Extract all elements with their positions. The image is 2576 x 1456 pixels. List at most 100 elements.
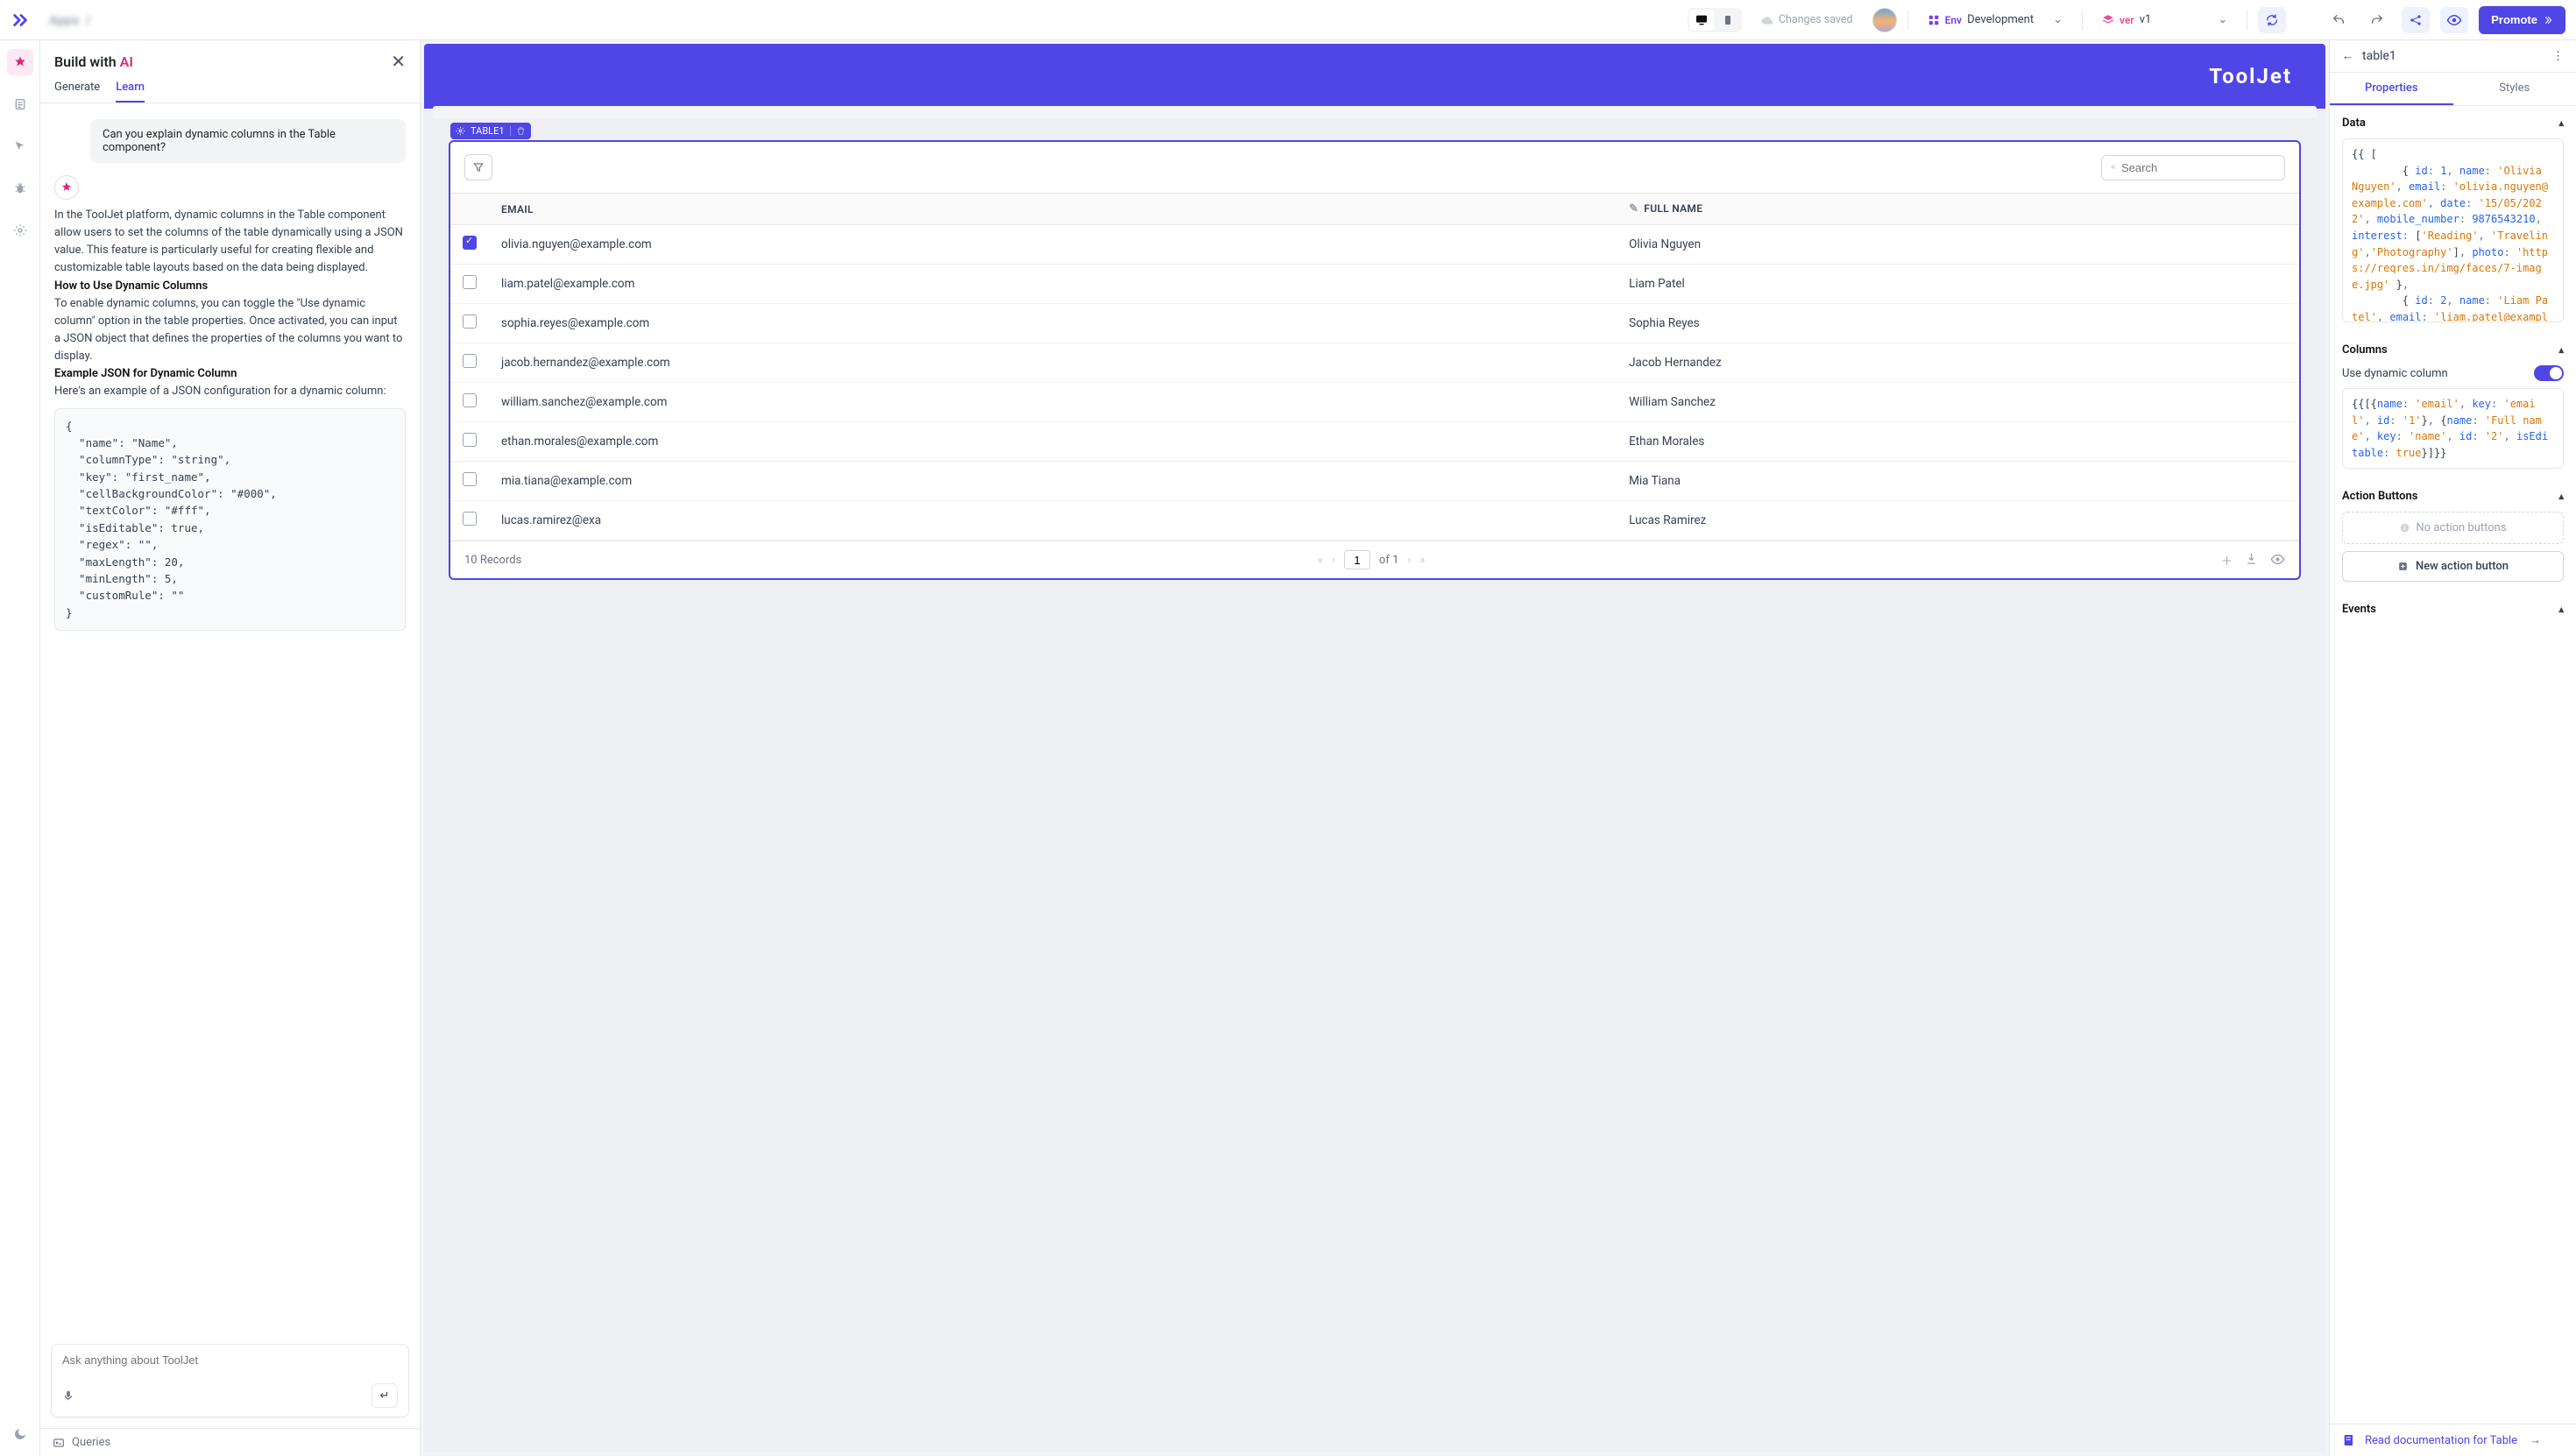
cell-name: William Sanchez — [1617, 383, 2299, 422]
queries-panel-toggle[interactable]: Queries — [40, 1428, 420, 1456]
ai-panel: Build with AI ✕ Generate Learn Can you e… — [40, 40, 421, 1456]
table-row[interactable]: william.sanchez@example.com William Sanc… — [450, 383, 2299, 422]
close-ai-button[interactable]: ✕ — [391, 51, 406, 72]
new-action-button[interactable]: New action button — [2342, 551, 2564, 582]
delete-widget-icon[interactable] — [510, 126, 526, 136]
rail-settings-button[interactable] — [7, 217, 33, 244]
breadcrumb: Apps / — [49, 12, 91, 28]
user-avatar[interactable] — [1872, 8, 1897, 32]
row-checkbox[interactable] — [463, 472, 477, 486]
docs-link[interactable]: Read documentation for Table → — [2330, 1424, 2576, 1456]
cell-name: Ethan Morales — [1617, 422, 2299, 462]
device-preview-toggle — [1688, 8, 1742, 32]
mobile-view-button[interactable] — [1716, 10, 1740, 31]
layers-icon — [2102, 14, 2114, 26]
ai-prompt-input[interactable] — [62, 1354, 398, 1367]
cell-name: Olivia Nguyen — [1617, 225, 2299, 265]
column-header-fullname[interactable]: ✎FULL NAME — [1617, 194, 2299, 225]
refresh-button[interactable] — [2258, 7, 2286, 33]
search-icon — [2111, 161, 2116, 173]
ai-user-message: Can you explain dynamic columns in the T… — [90, 119, 406, 163]
section-events-header[interactable]: Events▴ — [2342, 603, 2564, 616]
redo-button[interactable] — [2363, 7, 2391, 33]
tab-properties[interactable]: Properties — [2330, 73, 2453, 105]
mic-icon[interactable] — [62, 1389, 74, 1403]
book-icon — [2342, 1433, 2356, 1447]
promote-button[interactable]: Promote — [2479, 6, 2565, 34]
ai-panel-title: Build with AI — [54, 53, 133, 70]
app-logo[interactable] — [11, 10, 32, 31]
preview-button[interactable] — [2440, 7, 2468, 33]
table-search — [2101, 155, 2285, 180]
section-data-header[interactable]: Data▴ — [2342, 117, 2564, 130]
ai-tab-generate[interactable]: Generate — [54, 81, 100, 102]
grid-icon — [1928, 14, 1940, 26]
undo-button[interactable] — [2325, 7, 2353, 33]
table-widget[interactable]: TABLE1 — [449, 140, 2301, 580]
send-icon[interactable]: ↵ — [372, 1383, 398, 1408]
row-checkbox[interactable] — [463, 512, 477, 526]
table-row[interactable]: mia.tiana@example.com Mia Tiana — [450, 462, 2299, 501]
table-footer: 10 Records « ‹ of 1 › » ＋ — [450, 541, 2299, 578]
row-checkbox[interactable] — [463, 236, 477, 250]
chevron-down-icon: ⌄ — [2218, 13, 2227, 26]
cell-name: Sophia Reyes — [1617, 304, 2299, 343]
section-action-header[interactable]: Action Buttons▴ — [2342, 490, 2564, 503]
rail-inspect-button[interactable] — [7, 133, 33, 159]
download-icon[interactable] — [2245, 552, 2258, 569]
share-button[interactable] — [2402, 7, 2430, 33]
row-checkbox[interactable] — [463, 433, 477, 447]
pager-next-icon[interactable]: › — [1407, 554, 1411, 567]
table-filter-button[interactable] — [464, 154, 492, 180]
props-menu-button[interactable]: ⋮ — [2552, 50, 2564, 63]
desktop-view-button[interactable] — [1689, 10, 1714, 31]
dynamic-column-toggle[interactable] — [2534, 365, 2564, 381]
rail-theme-button[interactable] — [7, 1421, 33, 1447]
cell-email: jacob.hernandez@example.com — [489, 343, 1617, 383]
row-checkbox[interactable] — [463, 275, 477, 289]
app-header: ToolJet — [424, 44, 2325, 109]
add-row-icon[interactable]: ＋ — [2221, 552, 2233, 569]
rail-pages-button[interactable] — [7, 91, 33, 117]
save-status: Changes saved — [1752, 13, 1862, 26]
table-row[interactable]: lucas.ramirez@exa Lucas Ramirez — [450, 501, 2299, 541]
table-search-input[interactable] — [2121, 161, 2275, 174]
widget-selection-label: TABLE1 — [450, 123, 531, 139]
visibility-icon[interactable] — [2270, 552, 2285, 569]
record-count: 10 Records — [464, 554, 521, 567]
column-header-email[interactable]: EMAIL — [489, 194, 1617, 225]
rail-ai-button[interactable] — [7, 49, 33, 75]
table-row[interactable]: jacob.hernandez@example.com Jacob Hernan… — [450, 343, 2299, 383]
row-checkbox[interactable] — [463, 354, 477, 368]
ai-input-box: ↵ — [51, 1344, 409, 1417]
ai-tab-learn[interactable]: Learn — [116, 81, 145, 102]
pagination: « ‹ of 1 › » — [1318, 550, 1425, 569]
pager-prev-icon[interactable]: ‹ — [1332, 554, 1335, 567]
section-columns-header[interactable]: Columns▴ — [2342, 343, 2564, 357]
tab-styles[interactable]: Styles — [2453, 73, 2576, 105]
table-row[interactable]: sophia.reyes@example.com Sophia Reyes — [450, 304, 2299, 343]
page-input[interactable] — [1344, 550, 1370, 569]
table-row[interactable]: ethan.morales@example.com Ethan Morales — [450, 422, 2299, 462]
columns-code-editor[interactable]: {{[{name: 'email', key: 'email', id: '1'… — [2342, 388, 2564, 469]
pencil-icon: ✎ — [1629, 202, 1638, 216]
pager-last-icon[interactable]: » — [1419, 554, 1425, 567]
rail-debug-button[interactable] — [7, 175, 33, 201]
cell-email: liam.patel@example.com — [489, 265, 1617, 304]
row-checkbox[interactable] — [463, 393, 477, 407]
left-sidebar — [0, 40, 40, 1456]
pager-first-icon[interactable]: « — [1318, 554, 1323, 567]
dynamic-column-label: Use dynamic column — [2342, 367, 2448, 380]
cell-email: ethan.morales@example.com — [489, 422, 1617, 462]
table-row[interactable]: olivia.nguyen@example.com Olivia Nguyen — [450, 225, 2299, 265]
props-back-button[interactable]: ← — [2342, 49, 2353, 63]
cloud-check-icon — [1761, 14, 1773, 26]
table-row[interactable]: liam.patel@example.com Liam Patel — [450, 265, 2299, 304]
version-selector[interactable]: ver v1 ⌄ — [2093, 13, 2236, 26]
row-checkbox[interactable] — [463, 315, 477, 329]
data-table: EMAIL ✎FULL NAME olivia.nguyen@example.c… — [450, 193, 2299, 541]
environment-selector[interactable]: Env Development ⌄ — [1919, 13, 2071, 26]
info-icon — [2399, 522, 2410, 534]
gear-icon[interactable] — [456, 126, 465, 136]
data-code-editor[interactable]: {{ [ { id: 1, name: 'Olivia Nguyen', ema… — [2342, 138, 2564, 322]
